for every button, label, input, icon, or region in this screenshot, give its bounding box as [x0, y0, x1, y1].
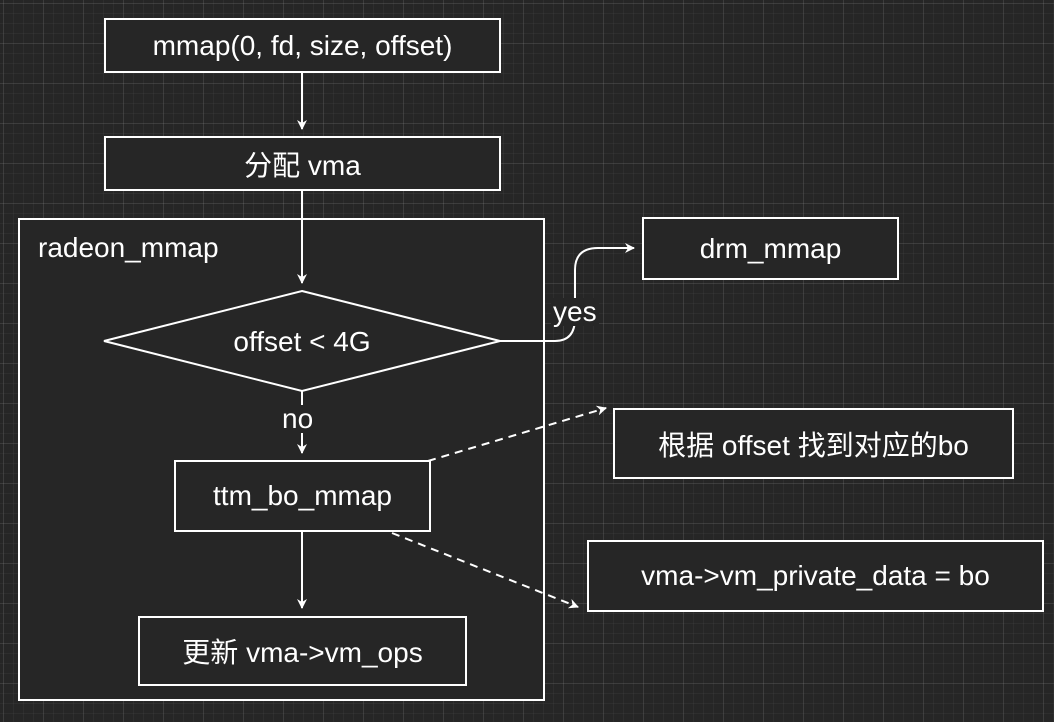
- decision-label: offset < 4G: [233, 326, 371, 357]
- private-data-note-label: vma->vm_private_data = bo: [641, 560, 990, 591]
- edge-dashed-private-data: [391, 532, 579, 609]
- drm-mmap-box: drm_mmap: [642, 217, 899, 280]
- diagram-canvas: radeon_mmap yes no offset < 4G mmap(0, f…: [0, 0, 1054, 722]
- update-vm-ops-label: 更新 vma->vm_ops: [182, 637, 423, 668]
- update-vm-ops-box: 更新 vma->vm_ops: [138, 616, 467, 686]
- private-data-note-box: vma->vm_private_data = bo: [587, 540, 1044, 612]
- edge-dashed-find-bo: [427, 405, 607, 462]
- mmap-call-label: mmap(0, fd, size, offset): [152, 29, 453, 61]
- alloc-vma-label: 分配 vma: [244, 149, 361, 181]
- mmap-call-box: mmap(0, fd, size, offset): [104, 18, 501, 73]
- alloc-vma-box: 分配 vma: [104, 136, 501, 191]
- ttm-bo-mmap-box: ttm_bo_mmap: [174, 460, 431, 532]
- no-label: no: [280, 403, 316, 434]
- ttm-bo-mmap-label: ttm_bo_mmap: [213, 480, 392, 511]
- connectors: [103, 72, 635, 609]
- find-bo-note-box: 根据 offset 找到对应的bo: [613, 408, 1014, 479]
- edge-yes-to-drm-mmap: [500, 243, 635, 342]
- find-bo-note-label: 根据 offset 找到对应的bo: [658, 429, 969, 461]
- drm-mmap-label: drm_mmap: [699, 232, 842, 264]
- yes-label: yes: [551, 296, 599, 327]
